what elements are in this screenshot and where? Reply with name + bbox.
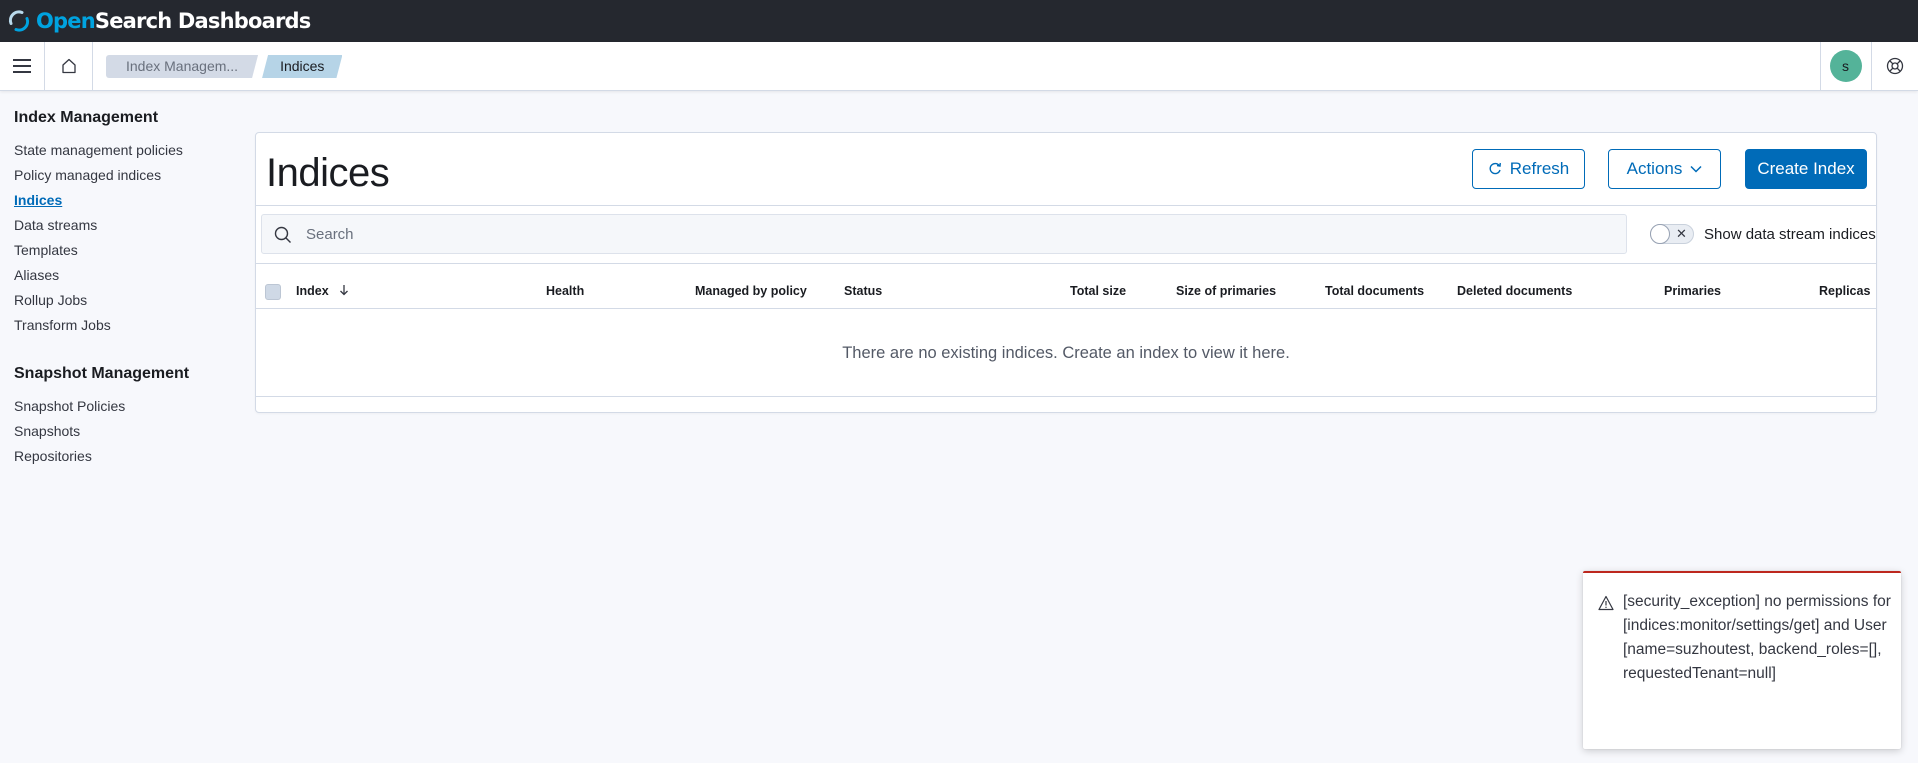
column-header-index[interactable]: Index (296, 273, 350, 309)
breadcrumb: Index Managem... Indices (106, 55, 342, 78)
toast-message: [security_exception] no permissions for … (1623, 593, 1891, 682)
user-menu[interactable]: s (1820, 42, 1870, 90)
show-data-stream-toggle[interactable]: ✕ (1650, 224, 1694, 244)
help-button[interactable] (1871, 42, 1918, 90)
sidebar-item-indices[interactable]: Indices (14, 188, 244, 213)
actions-button[interactable]: Actions (1608, 149, 1721, 189)
sidebar-item-repositories[interactable]: Repositories (14, 444, 244, 469)
column-header-size-of-primaries[interactable]: Size of primaries (1176, 273, 1276, 309)
hamburger-icon (13, 59, 31, 73)
sidebar-item-state-management-policies[interactable]: State management policies (14, 138, 244, 163)
column-header-deleted-documents[interactable]: Deleted documents (1457, 273, 1572, 309)
breadcrumb-indices: Indices (262, 55, 342, 78)
header-bar: Index Managem... Indices s (0, 42, 1918, 91)
create-index-button-label: Create Index (1757, 159, 1855, 178)
column-header-total-size[interactable]: Total size (1070, 273, 1126, 309)
show-data-stream-toggle-group: ✕ Show data stream indices (1650, 224, 1876, 244)
sidebar-item-snapshots[interactable]: Snapshots (14, 419, 244, 444)
sidebar-item-policy-managed-indices[interactable]: Policy managed indices (14, 163, 244, 188)
page-title: Indices (266, 151, 390, 195)
close-icon: ✕ (1676, 226, 1687, 241)
indices-panel: Indices Refresh Actions Create Index Sea… (255, 132, 1877, 413)
home-icon (62, 58, 76, 74)
divider (256, 205, 1876, 206)
column-header-status[interactable]: Status (844, 273, 882, 309)
search-placeholder: Search (306, 225, 354, 243)
sidebar-item-snapshot-policies[interactable]: Snapshot Policies (14, 394, 244, 419)
table-header: Index Health Managed by policy Status To… (256, 273, 1876, 309)
error-toast[interactable]: [security_exception] no permissions for … (1583, 571, 1901, 749)
sidebar-title-index-management: Index Management (14, 109, 159, 126)
sidebar-title-snapshot-management: Snapshot Management (14, 365, 190, 382)
empty-table-message: There are no existing indices. Create an… (256, 309, 1876, 397)
sidebar-item-data-streams[interactable]: Data streams (14, 213, 244, 238)
sidebar-item-templates[interactable]: Templates (14, 238, 244, 263)
select-all-checkbox[interactable] (265, 284, 281, 300)
logo-text-open: Open (36, 9, 96, 33)
sidebar-item-aliases[interactable]: Aliases (14, 263, 244, 288)
search-icon (274, 226, 291, 243)
refresh-button[interactable]: Refresh (1472, 149, 1585, 189)
refresh-icon (1489, 162, 1501, 175)
sidebar-item-rollup-jobs[interactable]: Rollup Jobs (14, 288, 244, 313)
search-input[interactable]: Search (261, 214, 1627, 254)
column-header-replicas[interactable]: Replicas (1819, 273, 1870, 309)
opensearch-logo-icon (8, 10, 30, 32)
sort-arrow-down-icon (340, 285, 349, 296)
create-index-button[interactable]: Create Index (1745, 149, 1867, 189)
sidebar: Index Management State management polici… (14, 106, 244, 469)
avatar[interactable]: s (1829, 50, 1862, 82)
column-header-health[interactable]: Health (546, 273, 584, 309)
warning-icon (1598, 595, 1614, 611)
chevron-down-icon (1690, 165, 1702, 173)
help-globe-icon (1886, 57, 1904, 75)
refresh-button-label: Refresh (1509, 159, 1570, 178)
top-navbar: OpenSearch Dashboards (0, 0, 1918, 42)
divider (256, 263, 1876, 264)
breadcrumb-index-management[interactable]: Index Managem... (106, 55, 258, 78)
column-header-primaries[interactable]: Primaries (1664, 273, 1721, 309)
logo-text-rest: Search Dashboards (94, 9, 311, 33)
actions-button-label: Actions (1626, 159, 1683, 178)
column-header-total-documents[interactable]: Total documents (1325, 273, 1424, 309)
show-data-stream-label: Show data stream indices (1704, 225, 1876, 243)
sidebar-item-transform-jobs[interactable]: Transform Jobs (14, 313, 244, 338)
column-header-managed-by-policy[interactable]: Managed by policy (695, 273, 807, 309)
home-button[interactable] (46, 42, 93, 90)
menu-button[interactable] (0, 42, 45, 90)
opensearch-logo[interactable]: OpenSearch Dashboards (8, 9, 311, 33)
toggle-knob (1650, 224, 1670, 244)
